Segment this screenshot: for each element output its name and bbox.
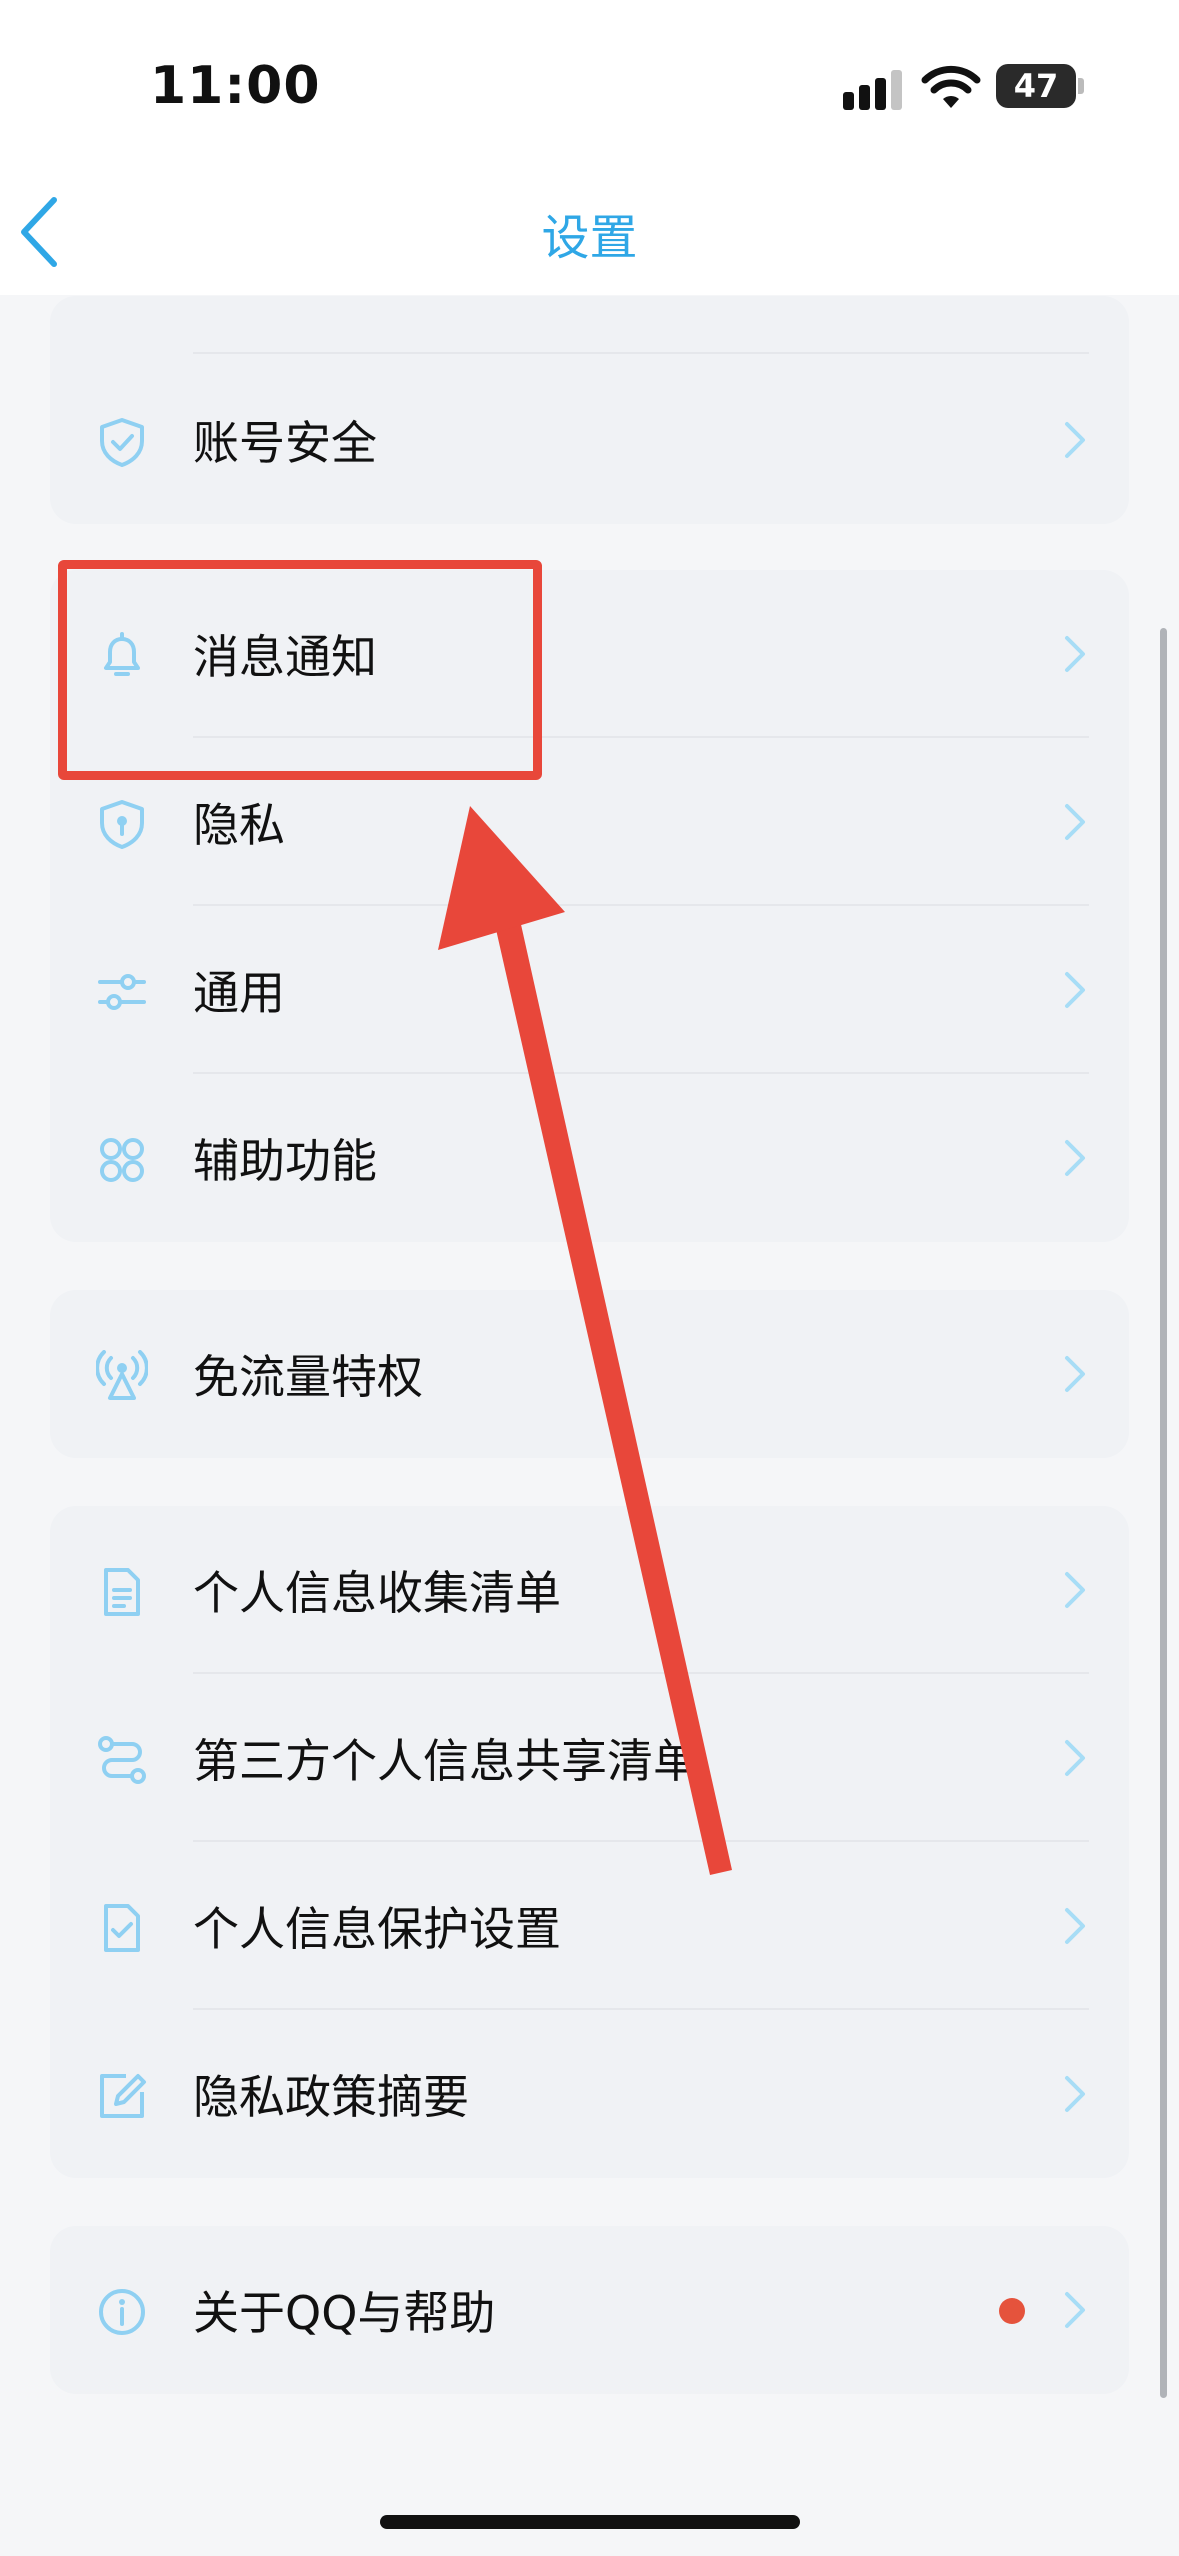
- status-bar: 11:00 47: [0, 0, 1179, 170]
- share-flow-icon: [98, 1736, 146, 1784]
- edit-icon: [100, 2074, 146, 2118]
- settings-group-data: 免流量特权: [50, 1290, 1129, 1458]
- settings-item-privacy-summary[interactable]: 隐私政策摘要: [50, 2010, 1129, 2178]
- settings-item-label: 第三方个人信息共享清单: [193, 1734, 699, 1788]
- divider: [193, 352, 1089, 354]
- settings-item-label: 账号安全: [193, 416, 377, 470]
- chevron-right-icon: [1065, 1140, 1085, 1176]
- home-indicator[interactable]: [380, 2515, 800, 2529]
- page-title: 设置: [541, 210, 638, 266]
- chevron-right-icon: [1065, 804, 1085, 840]
- chevron-right-icon: [1065, 972, 1085, 1008]
- settings-item-general[interactable]: 通用: [50, 906, 1129, 1074]
- notification-dot: [999, 2298, 1025, 2324]
- shield-lock-icon: [100, 800, 144, 849]
- status-time: 11:00: [150, 56, 321, 116]
- settings-item-label: 个人信息保护设置: [193, 1902, 561, 1956]
- settings-item-label: 隐私政策摘要: [193, 2070, 469, 2124]
- chevron-right-icon: [1065, 2076, 1085, 2112]
- settings-group-account: 账号安全: [50, 296, 1129, 524]
- chevron-right-icon: [1065, 1908, 1085, 1944]
- settings-item-account-security[interactable]: 账号安全: [50, 356, 1129, 524]
- shield-check-icon: [100, 418, 144, 467]
- chevron-right-icon: [1065, 2292, 1085, 2328]
- settings-group-personal-info: 个人信息收集清单 第三方个人信息共享清单 个人信息保护设置 隐私政策摘要: [50, 1506, 1129, 2178]
- settings-item-third-party-sharing[interactable]: 第三方个人信息共享清单: [50, 1674, 1129, 1842]
- settings-item-label: 个人信息收集清单: [193, 1566, 561, 1620]
- settings-item-about-help[interactable]: 关于QQ与帮助: [50, 2226, 1129, 2394]
- battery-cap: [1078, 78, 1084, 94]
- sliders-icon: [98, 974, 146, 1010]
- settings-item-accessibility[interactable]: 辅助功能: [50, 1074, 1129, 1242]
- signal-icon: [843, 70, 905, 110]
- broadcast-icon: [96, 1350, 148, 1400]
- settings-item-label: 辅助功能: [193, 1134, 377, 1188]
- document-icon: [104, 1568, 140, 1616]
- battery-icon: 47: [996, 64, 1076, 108]
- battery-level: 47: [1013, 67, 1059, 105]
- wifi-icon: [921, 65, 981, 108]
- settings-group-about: 关于QQ与帮助: [50, 2226, 1129, 2394]
- settings-item-info-collection[interactable]: 个人信息收集清单: [50, 1506, 1129, 1674]
- settings-item-label: 关于QQ与帮助: [193, 2286, 496, 2340]
- nav-bar: 设置: [0, 170, 1179, 295]
- grid-circles-icon: [100, 1138, 144, 1182]
- checklist-icon: [104, 1904, 140, 1952]
- highlight-box: [58, 560, 542, 780]
- chevron-right-icon: [1065, 636, 1085, 672]
- chevron-right-icon: [1065, 1572, 1085, 1608]
- scrollbar[interactable]: [1160, 628, 1167, 2398]
- chevron-right-icon: [1065, 422, 1085, 458]
- chevron-right-icon: [1065, 1740, 1085, 1776]
- settings-item-info-protection[interactable]: 个人信息保护设置: [50, 1842, 1129, 2010]
- chevron-right-icon: [1065, 1356, 1085, 1392]
- settings-item-free-data[interactable]: 免流量特权: [50, 1290, 1129, 1458]
- settings-item-label: 隐私: [193, 798, 285, 852]
- settings-item-label: 免流量特权: [193, 1350, 423, 1404]
- settings-item-label: 通用: [193, 966, 285, 1020]
- info-icon: [99, 2289, 145, 2335]
